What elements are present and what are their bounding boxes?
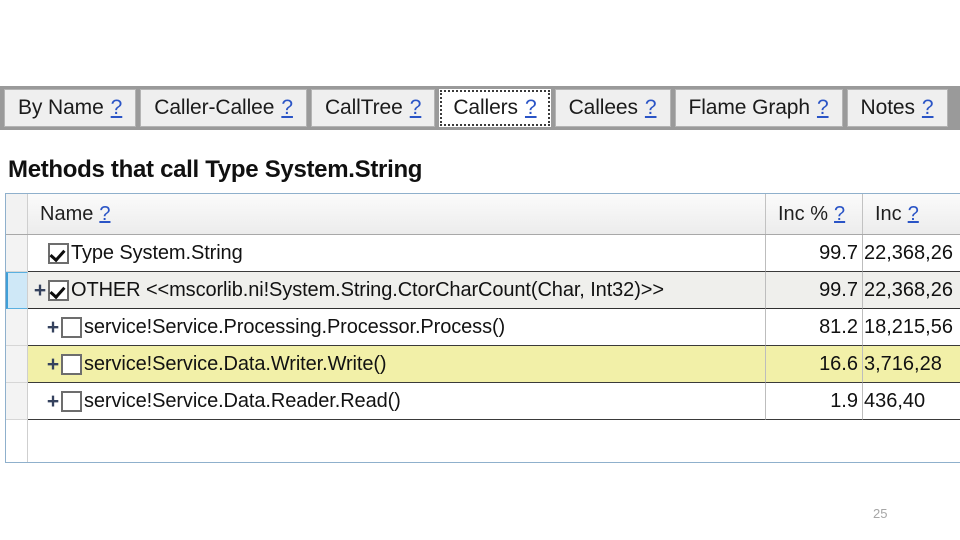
cell-name-text: service!Service.Data.Reader.Read() — [84, 389, 401, 412]
tab-flame-graph[interactable]: Flame Graph? — [674, 89, 843, 127]
cell-name-text: Type System.String — [71, 241, 243, 264]
table-row[interactable]: + service!Service.Data.Reader.Read() 1.9 43… — [6, 383, 960, 420]
column-header-inc[interactable]: Inc ? — [863, 194, 960, 234]
filler-gutter — [6, 420, 28, 462]
column-header-inc-percent[interactable]: Inc % ? — [766, 194, 863, 234]
table-row[interactable]: + OTHER <<mscorlib.ni!System.String.CtorC… — [6, 272, 960, 309]
row-checkbox[interactable] — [48, 242, 69, 264]
help-icon[interactable]: ? — [525, 96, 537, 120]
row-selector[interactable] — [6, 309, 28, 346]
row-selector[interactable] — [6, 383, 28, 420]
column-header-inc-label: Inc — [875, 202, 902, 225]
table-row[interactable]: + service!Service.Data.Writer.Write() 16.6… — [6, 346, 960, 383]
cell-inc-percent[interactable]: 99.7 — [766, 235, 863, 272]
column-header-name[interactable]: Name ? — [28, 194, 766, 234]
row-selector[interactable] — [6, 346, 28, 383]
cell-inc[interactable]: 3,716,28 — [863, 346, 960, 383]
tab-callees[interactable]: Callees? — [554, 89, 671, 127]
cell-inc-percent[interactable]: 16.6 — [766, 346, 863, 383]
cell-name-text: OTHER <<mscorlib.ni!System.String.CtorCh… — [71, 278, 664, 301]
help-icon[interactable]: ? — [111, 96, 123, 120]
tab-label: Caller-Callee — [154, 96, 275, 119]
help-icon[interactable]: ? — [410, 96, 422, 120]
cell-name[interactable]: + service!Service.Data.Reader.Read() — [28, 383, 766, 420]
tab-label: CallTree — [324, 96, 403, 119]
row-checkbox[interactable] — [48, 279, 69, 301]
expand-icon[interactable]: + — [45, 354, 61, 375]
tab-label: By Name — [18, 96, 104, 119]
tab-label: Flame Graph — [688, 96, 811, 119]
cell-name[interactable]: Type System.String — [28, 235, 766, 272]
cell-inc[interactable]: 18,215,56 — [863, 309, 960, 346]
cell-name-text: service!Service.Processing.Processor.Pro… — [84, 315, 506, 338]
row-checkbox[interactable] — [61, 353, 82, 375]
cell-name[interactable]: + service!Service.Processing.Processor.Pr… — [28, 309, 766, 346]
page-number: 25 — [873, 506, 888, 521]
row-selector[interactable] — [6, 235, 28, 272]
cell-inc-percent[interactable]: 81.2 — [766, 309, 863, 346]
tab-label: Callees — [568, 96, 638, 119]
tab-notes[interactable]: Notes? — [846, 89, 948, 127]
tab-label: Callers — [453, 96, 518, 119]
grid-empty-area — [6, 420, 960, 462]
cell-inc-percent[interactable]: 99.7 — [766, 272, 863, 309]
row-checkbox[interactable] — [61, 390, 82, 412]
expand-icon[interactable]: + — [45, 317, 61, 338]
callers-grid[interactable]: Name ? Inc % ? Inc ? Type System.String 9… — [5, 193, 960, 463]
table-row[interactable]: + service!Service.Processing.Processor.Pr… — [6, 309, 960, 346]
cell-name[interactable]: + service!Service.Data.Writer.Write() — [28, 346, 766, 383]
tab-label: Notes — [860, 96, 915, 119]
tab-list: By Name? Caller-Callee? CallTree? Callers? C… — [4, 89, 952, 127]
table-row[interactable]: Type System.String 99.7 22,368,26 — [6, 235, 960, 272]
help-icon[interactable]: ? — [922, 96, 934, 120]
slide-canvas: By Name? Caller-Callee? CallTree? Callers? C… — [0, 0, 960, 540]
expand-icon[interactable]: + — [45, 391, 61, 412]
page-title: Methods that call Type System.String — [8, 156, 423, 183]
row-checkbox[interactable] — [61, 316, 82, 338]
filler-rest — [28, 420, 960, 462]
help-icon[interactable]: ? — [281, 96, 293, 120]
help-icon[interactable]: ? — [908, 203, 919, 226]
grid-body: Type System.String 99.7 22,368,26 + OTHER <<… — [6, 235, 960, 420]
help-icon[interactable]: ? — [645, 96, 657, 120]
cell-inc[interactable]: 436,40 — [863, 383, 960, 420]
tab-calltree[interactable]: CallTree? — [310, 89, 436, 127]
cell-inc[interactable]: 22,368,26 — [863, 272, 960, 309]
cell-inc[interactable]: 22,368,26 — [863, 235, 960, 272]
row-selector[interactable] — [6, 272, 28, 309]
header-gutter — [6, 194, 28, 234]
cell-name-text: service!Service.Data.Writer.Write() — [84, 352, 387, 375]
tab-strip: By Name? Caller-Callee? CallTree? Callers? C… — [0, 86, 960, 130]
column-header-inc-percent-label: Inc % — [778, 202, 829, 225]
grid-header-row: Name ? Inc % ? Inc ? — [6, 194, 960, 235]
tab-caller-callee[interactable]: Caller-Callee? — [140, 89, 307, 127]
help-icon[interactable]: ? — [99, 203, 110, 226]
cell-name[interactable]: + OTHER <<mscorlib.ni!System.String.CtorC… — [28, 272, 766, 309]
help-icon[interactable]: ? — [817, 96, 829, 120]
help-icon[interactable]: ? — [834, 203, 845, 226]
column-header-name-label: Name — [40, 202, 94, 225]
expand-icon[interactable]: + — [32, 280, 48, 301]
cell-inc-percent[interactable]: 1.9 — [766, 383, 863, 420]
tab-callers[interactable]: Callers? — [439, 89, 551, 127]
tab-by-name[interactable]: By Name? — [4, 89, 137, 127]
